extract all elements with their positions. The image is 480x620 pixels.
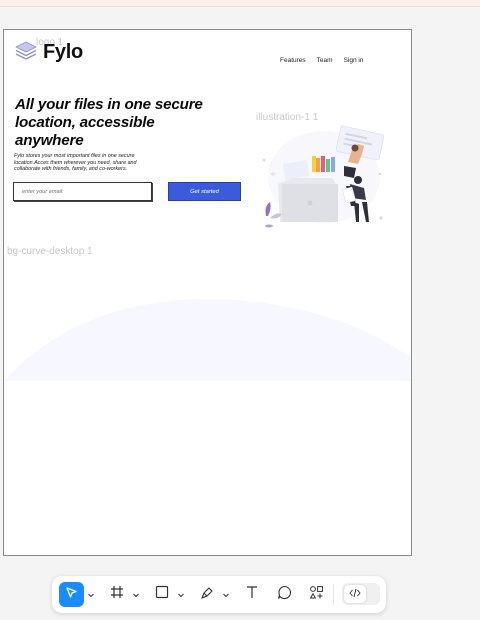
code-icon <box>349 585 361 603</box>
text-tool-button[interactable] <box>241 582 263 607</box>
move-tool-menu[interactable] <box>87 588 95 600</box>
nav-team[interactable]: Team <box>317 57 333 64</box>
email-input[interactable] <box>13 182 152 201</box>
rectangle-icon <box>155 585 169 604</box>
hero-illustration <box>252 122 392 230</box>
toolbar-divider <box>333 584 334 605</box>
comment-icon <box>277 585 292 605</box>
shape-tool-menu[interactable] <box>177 588 185 600</box>
layer-label-bg-curve: bg-curve-desktop 1 <box>7 246 93 257</box>
frame-icon <box>110 585 124 604</box>
get-started-button[interactable]: Get started <box>168 182 241 201</box>
pen-icon <box>200 585 215 605</box>
design-frame[interactable]: logo 1 Fylo Features Team Sign in All yo… <box>3 29 412 556</box>
frame-tool-menu[interactable] <box>132 588 140 600</box>
toggle-knob <box>344 585 366 603</box>
text-icon <box>245 585 259 604</box>
chevron-down-icon <box>177 588 185 605</box>
bottom-toolbar <box>52 576 386 613</box>
top-strip <box>0 0 480 7</box>
logo-text: Fylo <box>43 41 83 63</box>
nav-sign-in[interactable]: Sign in <box>344 57 364 64</box>
chevron-down-icon <box>222 588 230 605</box>
comment-tool-button[interactable] <box>273 582 295 607</box>
actions-tool-button[interactable] <box>305 582 327 607</box>
hero-title: All your files in one secure location, a… <box>15 96 203 149</box>
shape-tool-button[interactable] <box>151 582 173 607</box>
pen-tool-menu[interactable] <box>222 588 230 600</box>
pointer-icon <box>65 586 78 604</box>
logo[interactable]: Fylo <box>14 40 83 65</box>
chevron-down-icon <box>132 588 140 605</box>
bg-curve <box>4 299 411 381</box>
nav-features[interactable]: Features <box>280 57 306 64</box>
chevron-down-icon <box>87 588 95 605</box>
layers-logo-icon <box>14 40 38 65</box>
main-nav: Features Team Sign in <box>280 57 363 64</box>
pen-tool-button[interactable] <box>196 582 218 607</box>
move-tool-button[interactable] <box>59 582 84 607</box>
components-icon <box>309 585 324 605</box>
dev-mode-toggle[interactable] <box>342 583 380 605</box>
frame-tool-button[interactable] <box>106 582 128 607</box>
hero-subtitle: Fylo stores your most important files in… <box>14 153 137 172</box>
